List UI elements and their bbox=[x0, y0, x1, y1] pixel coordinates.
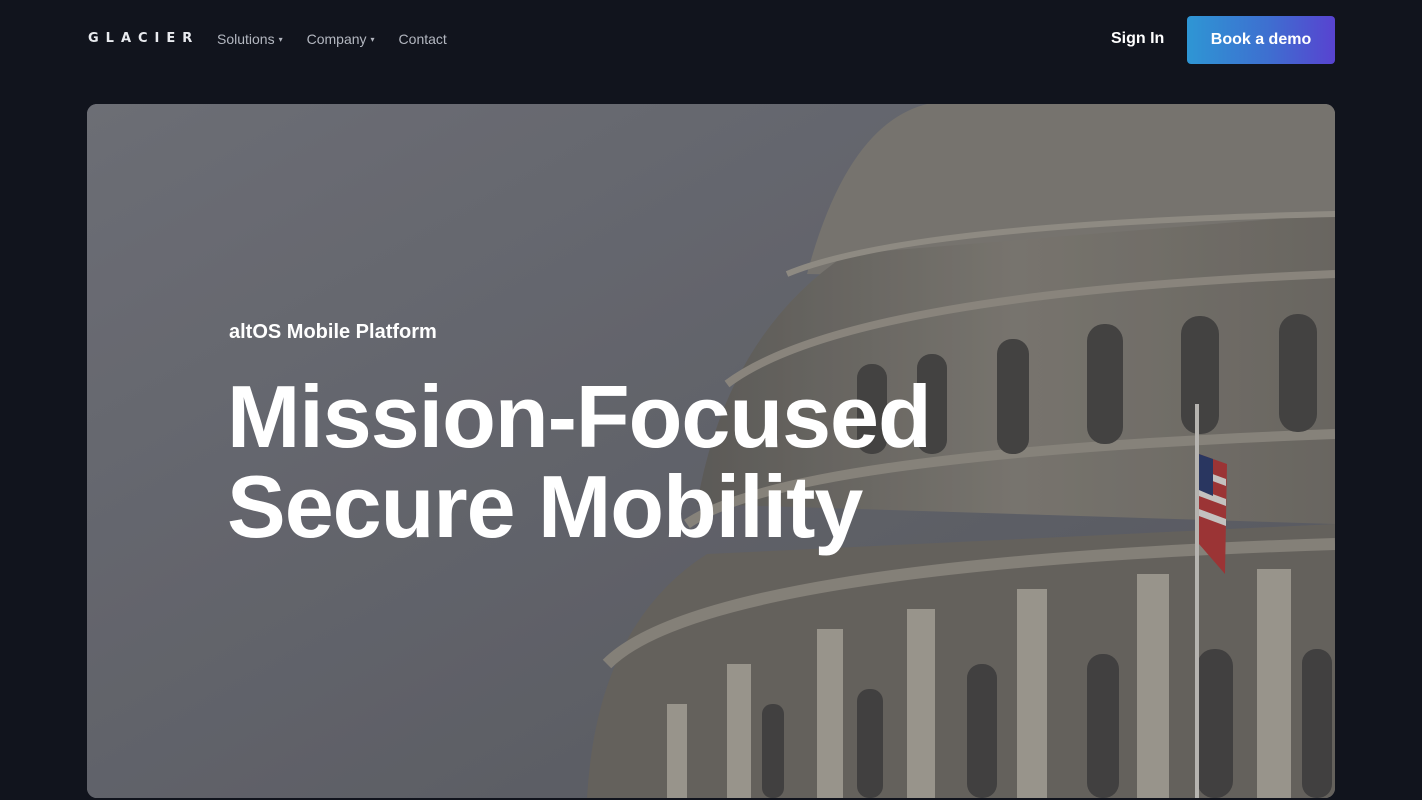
chevron-down-icon: ▾ bbox=[370, 34, 375, 44]
book-demo-button[interactable]: Book a demo bbox=[1187, 16, 1335, 64]
nav-links: Solutions ▾ Company ▾ Contact bbox=[217, 31, 447, 47]
hero-headline-line-1: Mission-Focused bbox=[227, 367, 932, 466]
nav-company[interactable]: Company ▾ bbox=[307, 31, 375, 47]
sign-in-link[interactable]: Sign In bbox=[1111, 30, 1164, 48]
hero-headline: Mission-Focused Secure Mobility bbox=[227, 372, 1127, 552]
glacier-logo[interactable]: GLACIER bbox=[88, 31, 199, 46]
nav-contact[interactable]: Contact bbox=[399, 31, 447, 47]
chevron-down-icon: ▾ bbox=[278, 34, 283, 44]
nav-company-label: Company bbox=[306, 31, 367, 47]
nav-solutions-label: Solutions bbox=[217, 31, 275, 47]
top-nav: GLACIER Solutions ▾ Company ▾ Contact Si… bbox=[0, 0, 1422, 80]
hero-eyebrow: altOS Mobile Platform bbox=[229, 321, 437, 343]
nav-solutions[interactable]: Solutions ▾ bbox=[217, 31, 283, 47]
nav-contact-label: Contact bbox=[398, 31, 447, 47]
hero-banner: altOS Mobile Platform Mission-Focused Se… bbox=[87, 104, 1335, 798]
hero-headline-line-2: Secure Mobility bbox=[227, 457, 863, 556]
